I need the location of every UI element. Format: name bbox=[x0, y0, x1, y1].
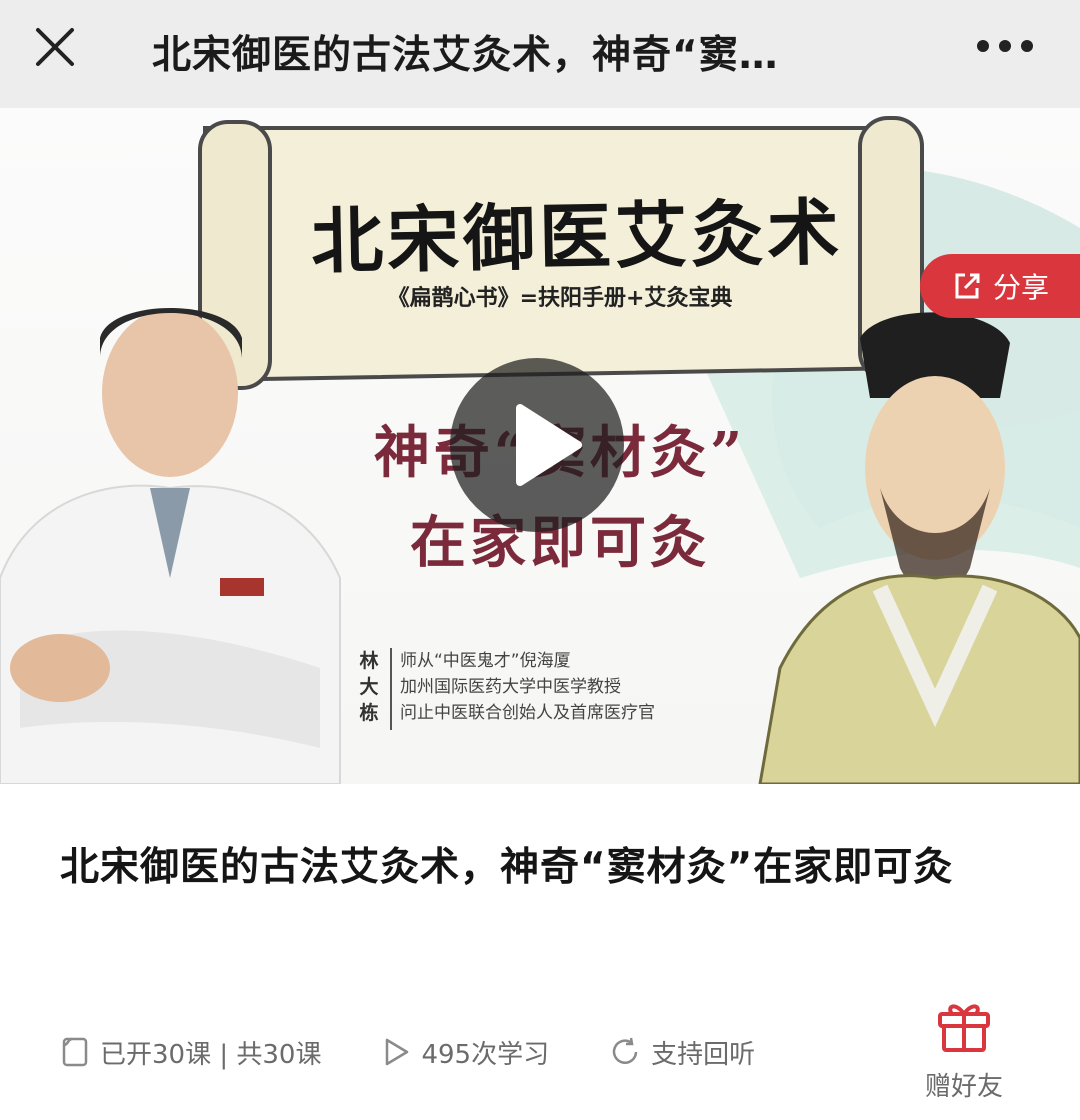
banner-title: 北宋御医艾灸术 bbox=[310, 189, 844, 284]
top-bar: 北宋御医的古法艾灸术，神奇“窦… bbox=[0, 0, 1080, 108]
course-cover[interactable]: 北宋御医艾灸术 《扁鹊心书》=扶阳手册+艾灸宝典 神奇“窦材灸” 在家即可灸 林… bbox=[0, 108, 1080, 784]
doctor-divider bbox=[390, 648, 392, 730]
play-outline-icon bbox=[386, 1038, 409, 1066]
more-button[interactable] bbox=[976, 38, 1034, 54]
close-icon bbox=[36, 28, 74, 66]
close-button[interactable] bbox=[30, 22, 80, 72]
share-label: 分享 bbox=[992, 271, 1049, 304]
gift-icon bbox=[938, 1004, 990, 1052]
lesson-count: 已开30课 | 共30课 bbox=[60, 1034, 321, 1071]
doctor-info-line: 问止中医联合创始人及首席医疗官 bbox=[400, 703, 655, 723]
share-button[interactable]: 分享 bbox=[920, 254, 1080, 318]
doctor-info-line: 师从“中医鬼才”倪海厦 bbox=[400, 651, 571, 671]
doctor-name: 林大栋 bbox=[359, 650, 379, 724]
gift-friend-label: 赠好友 bbox=[924, 1072, 1003, 1102]
course-stats: 已开30课 | 共30课 495次学习 支持回听 bbox=[60, 1030, 815, 1074]
lesson-count-text: 已开30课 | 共30课 bbox=[100, 1039, 322, 1070]
more-icon bbox=[977, 40, 1033, 52]
banner-subtitle: 《扁鹊心书》=扶阳手册+艾灸宝典 bbox=[387, 286, 733, 311]
play-icon bbox=[516, 404, 582, 486]
view-count: 495次学习 bbox=[381, 1034, 549, 1071]
doctor-info: 师从“中医鬼才”倪海厦 加州国际医药大学中医学教授 问止中医联合创始人及首席医疗… bbox=[400, 648, 740, 726]
gift-friend-button[interactable]: 赠好友 bbox=[918, 1000, 1010, 1110]
replay-support-text: 支持回听 bbox=[651, 1039, 756, 1070]
share-icon bbox=[955, 273, 980, 299]
replay-support: 支持回听 bbox=[609, 1034, 755, 1071]
replay-icon bbox=[612, 1037, 638, 1064]
page-title: 北宋御医的古法艾灸术，神奇“窦… bbox=[152, 33, 779, 78]
document-icon bbox=[62, 1037, 88, 1067]
doctor-info-line: 加州国际医药大学中医学教授 bbox=[400, 677, 621, 697]
view-count-text: 495次学习 bbox=[421, 1039, 550, 1070]
play-button[interactable] bbox=[450, 358, 624, 532]
course-title: 北宋御医的古法艾灸术，神奇“窦材灸”在家即可灸 bbox=[60, 845, 954, 890]
